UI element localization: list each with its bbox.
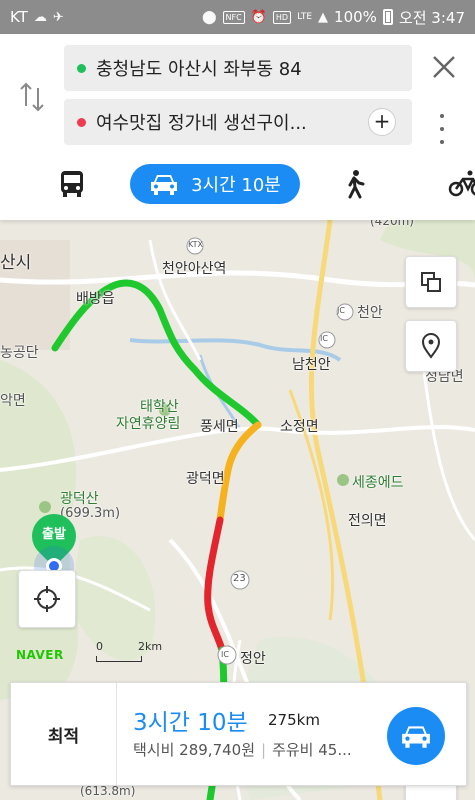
route-option-label[interactable]: 최적 (11, 683, 117, 785)
scale-label: 2km (138, 640, 163, 653)
cloud-icon: ☁ (33, 9, 47, 25)
pin-icon (421, 333, 441, 359)
nfc-icon: NFC (222, 10, 245, 24)
map-label-ic1: IC (320, 334, 328, 343)
map-label-gwangdeok: 광덕면 (186, 471, 225, 487)
tab-bike[interactable] (448, 164, 475, 204)
tab-transit[interactable] (56, 164, 88, 204)
origin-dot (77, 64, 86, 73)
map-label-gwangdeoksan-height: (699.3m) (60, 506, 121, 521)
destination-field[interactable]: 여수맛집 정가네 생선구이... + (64, 99, 412, 145)
car-duration-label: 3시간 10분 (191, 175, 281, 196)
naver-logo: NAVER (16, 648, 64, 662)
add-waypoint-button[interactable]: + (368, 108, 396, 136)
my-location-button[interactable] (18, 570, 76, 628)
carrier-label: KT (10, 8, 28, 26)
battery-icon (382, 9, 393, 25)
map-label-bottom-peak: (613.8m) (80, 784, 136, 798)
tab-walk[interactable] (340, 164, 370, 204)
status-bar: KT ☁ ✈ ⬤ NFC ⏰ HD LTE ▲ 100% 오전 3:47 (0, 0, 475, 34)
battery-percent: 100% (334, 8, 377, 26)
destination-dot (77, 118, 86, 127)
map-label-ktx: KTX (188, 240, 203, 249)
route-costs: 택시비 289,740원 | 주유비 45... (133, 741, 352, 759)
route-distance: 275km (268, 711, 320, 729)
map-label-jc: JC (337, 306, 345, 315)
more-options-icon[interactable] (432, 114, 452, 144)
start-navigation-button[interactable] (387, 707, 445, 765)
fuel-cost: 주유비 45... (272, 741, 352, 759)
map-label-namcheonan: 남천안 (292, 357, 331, 373)
route-summary-card[interactable]: 최적 3시간 10분 275km 택시비 289,740원 | 주유비 45... (10, 682, 467, 786)
map-label-asan: 산시 (0, 253, 32, 273)
origin-text: 충청남도 아산시 좌부동 84 (96, 59, 302, 80)
scale-zero: 0 (96, 640, 103, 653)
bus-icon (61, 171, 83, 197)
location-icon: ⬤ (201, 9, 217, 25)
layers-icon (421, 272, 441, 292)
transport-mode-tabs: 3시간 10분 (0, 160, 475, 210)
layers-button[interactable] (405, 256, 457, 308)
map-label-dist: (420m) (370, 220, 414, 228)
car-icon (151, 175, 178, 195)
start-pin-label: 출발 (42, 527, 66, 542)
map-label-pungse: 풍세면 (200, 419, 239, 435)
map-scale: 0 2km (96, 640, 176, 664)
origin-field[interactable]: 충청남도 아산시 좌부동 84 (64, 45, 412, 91)
map-label-akmyeon: 악면 (0, 393, 26, 409)
clock: 오전 3:47 (398, 8, 465, 27)
route-search-panel: 충청남도 아산시 좌부동 84 여수맛집 정가네 생선구이... + 3시간 1… (0, 34, 475, 220)
map-label-nongongdan: 농공단 (0, 345, 39, 361)
map-label-jeonui: 전의면 (348, 513, 387, 529)
tab-car[interactable]: 3시간 10분 (130, 164, 300, 204)
crosshair-icon (34, 586, 60, 612)
car-icon (402, 726, 430, 748)
map-label-ic2: IC (221, 650, 229, 659)
signal-icon: ▲ (318, 9, 329, 25)
scale-bar (96, 656, 142, 662)
alarm-icon: ⏰ (250, 9, 267, 25)
place-button[interactable] (405, 320, 457, 372)
taxi-fare: 택시비 289,740원 (133, 741, 255, 759)
hd-icon: HD (272, 10, 292, 24)
map-label-forest: 자연휴양림 (116, 416, 181, 432)
swap-icon[interactable] (18, 80, 46, 114)
route-duration: 3시간 10분 (133, 710, 248, 736)
close-icon[interactable] (428, 52, 460, 84)
map-label-jeongan: 정안 (240, 651, 266, 667)
map-label-baebang: 배방읍 (76, 291, 115, 307)
walk-icon (348, 170, 365, 199)
map-label-gwangdeoksan: 광덕산 (60, 491, 99, 507)
lte-label: LTE (297, 12, 313, 22)
route-23-label: 23 (233, 573, 246, 584)
destination-text: 여수맛집 정가네 생선구이... (96, 113, 307, 134)
map-label-sojeong: 소정면 (280, 419, 319, 435)
map-label-cheonan-asan-station: 천안아산역 (162, 261, 227, 277)
pin-notification-icon: ✈ (52, 9, 64, 25)
map-label-jc-cheonan: 천안 (357, 305, 383, 321)
map-label-sejong: 세종에드 (352, 475, 404, 491)
bike-icon (448, 170, 475, 197)
